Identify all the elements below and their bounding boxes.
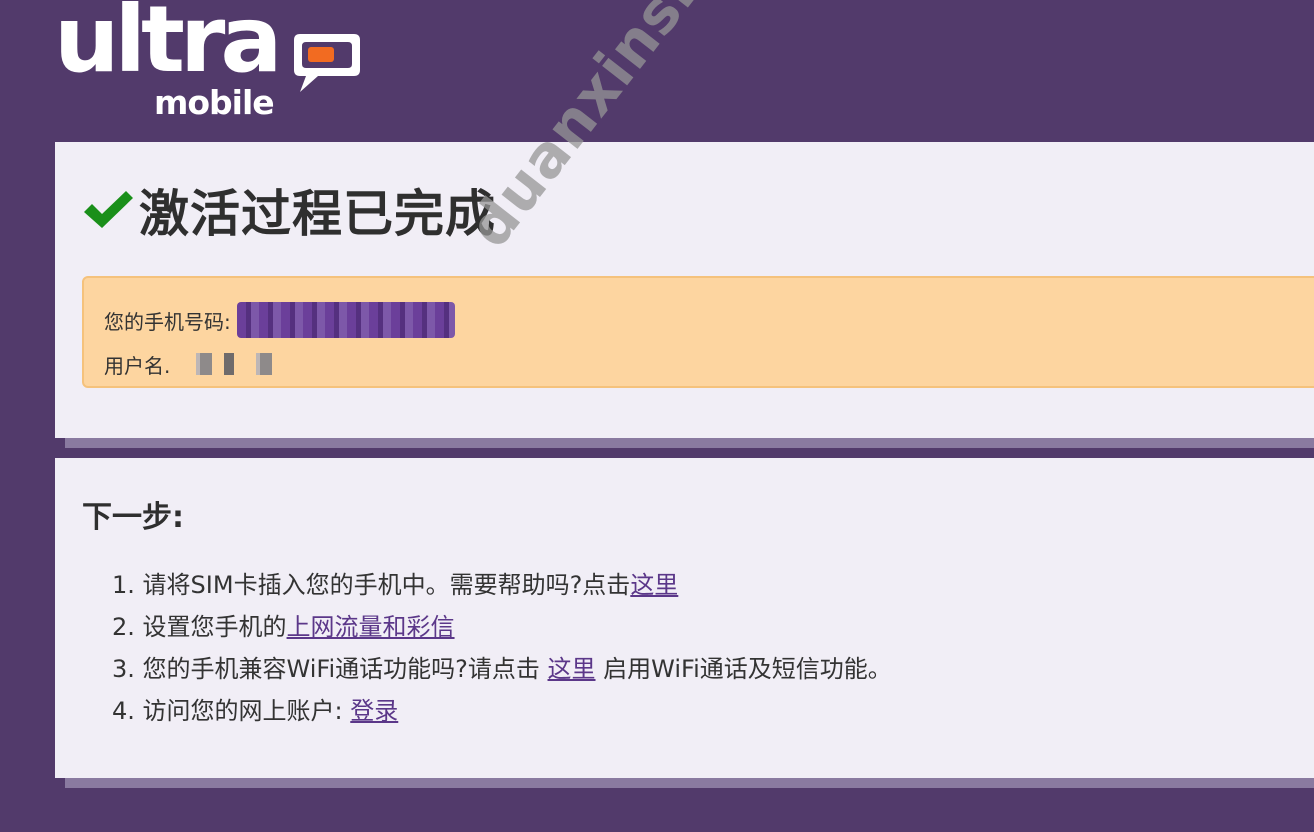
sim-help-link[interactable]: 这里 <box>630 571 678 599</box>
step-number: 4. <box>112 697 135 725</box>
username-redacted <box>174 353 275 375</box>
activation-title-row: 激活过程已完成 <box>81 180 496 243</box>
login-link[interactable]: 登录 <box>350 697 398 725</box>
step-item: 4. 访问您的网上账户: 登录 <box>112 690 892 732</box>
speech-bubble-icon <box>294 34 360 92</box>
next-steps-panel: 下一步: 1. 请将SIM卡插入您的手机中。需要帮助吗?点击这里 2. 设置您手… <box>55 458 1314 778</box>
step-number: 1. <box>112 571 135 599</box>
step-text: 访问您的网上账户: <box>142 697 351 725</box>
ultra-mobile-logo[interactable]: ultra mobile <box>54 0 374 132</box>
logo-mobile-text: mobile <box>154 83 275 122</box>
wifi-calling-link[interactable]: 这里 <box>548 655 596 683</box>
step-item: 3. 您的手机兼容WiFi通话功能吗?请点击 这里 启用WiFi通话及短信功能。 <box>112 648 892 690</box>
step-text: 设置您手机的 <box>142 613 287 641</box>
username-row: 用户名. <box>104 348 275 380</box>
checkmark-icon <box>84 191 133 228</box>
phone-number-label: 您的手机号码: <box>104 309 231 334</box>
activation-panel: 激活过程已完成 您的手机号码: 用户名. <box>55 142 1314 438</box>
page-title: 激活过程已完成 <box>139 185 496 243</box>
step-text: 您的手机兼容WiFi通话功能吗?请点击 <box>142 655 548 683</box>
step-number: 3. <box>112 655 135 683</box>
step-item: 1. 请将SIM卡插入您的手机中。需要帮助吗?点击这里 <box>112 564 892 606</box>
next-steps-title: 下一步: <box>82 500 184 535</box>
phone-number-row: 您的手机号码: <box>104 300 455 340</box>
next-steps-list: 1. 请将SIM卡插入您的手机中。需要帮助吗?点击这里 2. 设置您手机的上网流… <box>112 564 892 732</box>
step-text: 请将SIM卡插入您的手机中。需要帮助吗?点击 <box>142 571 631 599</box>
account-info-box: 您的手机号码: 用户名. <box>82 276 1314 388</box>
data-mms-setup-link[interactable]: 上网流量和彩信 <box>287 613 455 641</box>
step-number: 2. <box>112 613 135 641</box>
step-item: 2. 设置您手机的上网流量和彩信 <box>112 606 892 648</box>
phone-number-redacted <box>236 302 455 338</box>
logo-ultra-text: ultra <box>54 0 282 93</box>
step-text-after: 启用WiFi通话及短信功能。 <box>595 655 892 683</box>
username-label: 用户名. <box>104 353 171 378</box>
